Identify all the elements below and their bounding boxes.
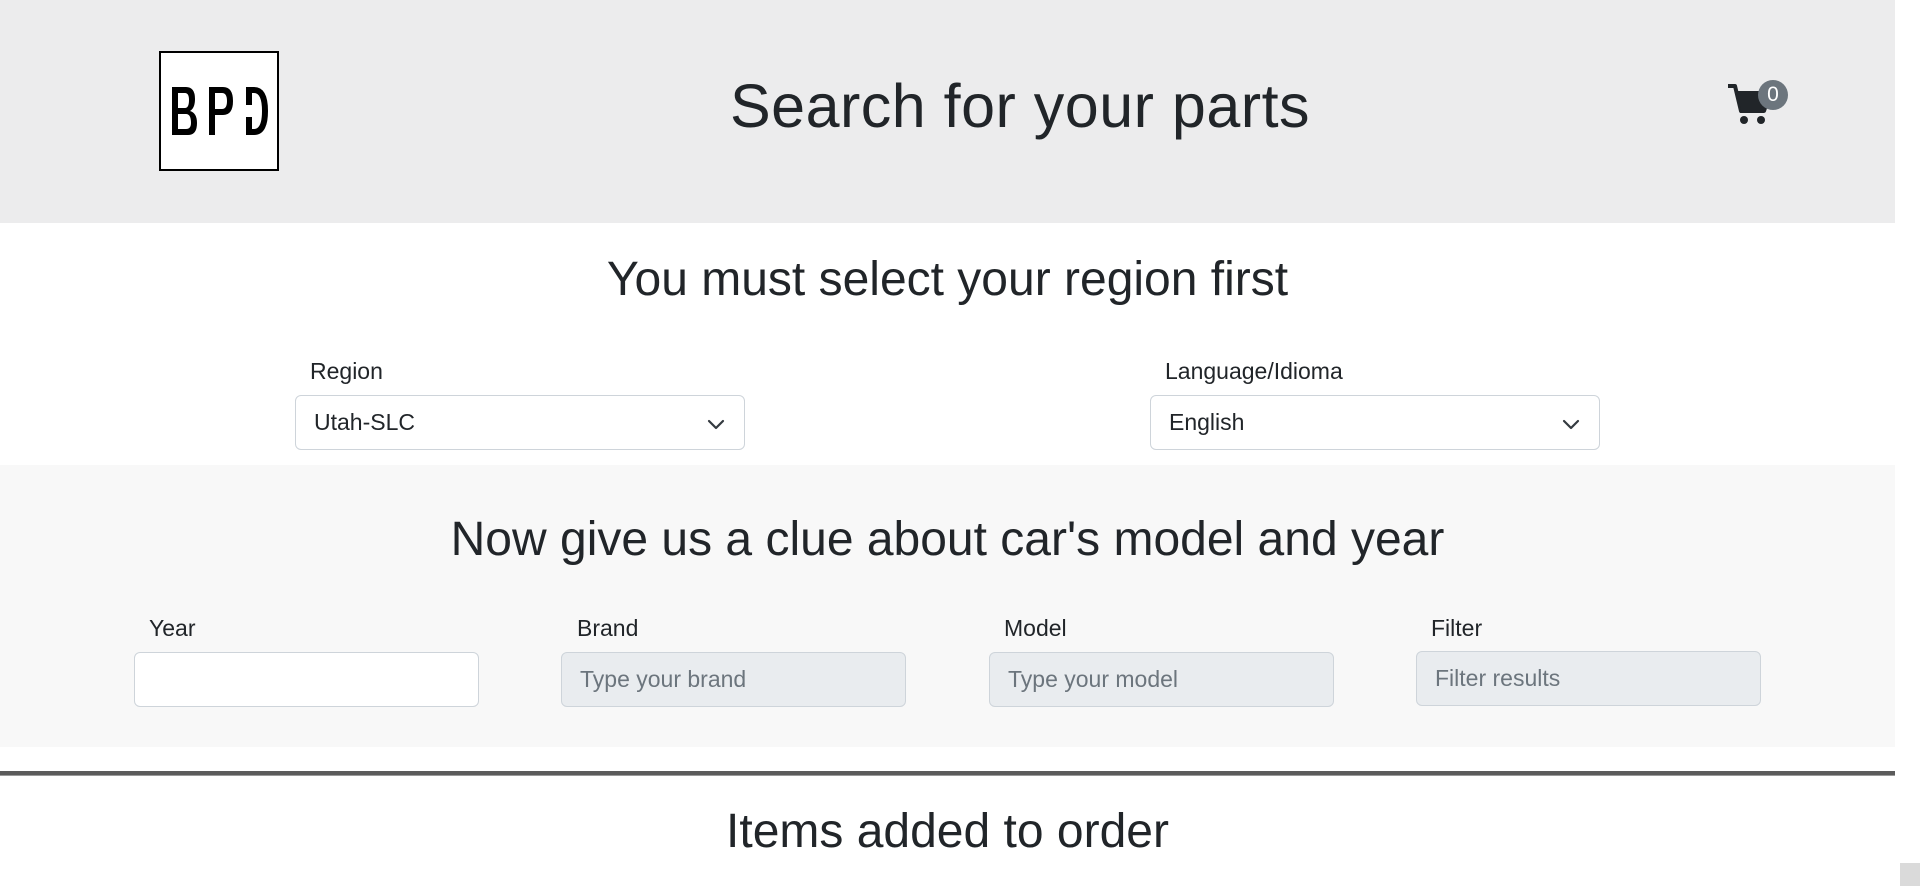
main-content: Search for your parts 0 You must select … — [0, 0, 1895, 886]
region-selected-value: Utah-SLC — [314, 409, 415, 435]
region-label: Region — [310, 358, 383, 384]
model-label: Model — [1004, 615, 1067, 641]
year-input[interactable] — [134, 652, 479, 707]
order-items-title: Items added to order — [726, 805, 1169, 858]
car-section-title: Now give us a clue about car's model and… — [450, 513, 1445, 566]
language-label: Language/Idioma — [1165, 358, 1343, 384]
region-select[interactable]: Utah-SLC — [295, 395, 745, 450]
model-input[interactable] — [989, 652, 1334, 707]
page: Search for your parts 0 You must select … — [0, 0, 1920, 886]
cart-count-badge: 0 — [1758, 80, 1788, 110]
region-section-title: You must select your region first — [606, 253, 1289, 306]
filter-input[interactable] — [1416, 651, 1761, 706]
page-title: Search for your parts — [729, 72, 1311, 140]
vertical-scrollbar[interactable] — [1895, 0, 1920, 886]
brand-label: Brand — [577, 615, 639, 641]
language-selected-value: English — [1169, 409, 1245, 435]
year-label: Year — [149, 615, 196, 641]
scrollbar-thumb[interactable] — [1900, 863, 1920, 886]
language-select[interactable]: English — [1150, 395, 1600, 450]
header: Search for your parts 0 — [0, 0, 1895, 223]
chevron-down-icon — [707, 419, 725, 430]
filter-label: Filter — [1431, 615, 1483, 641]
brand-input[interactable] — [561, 652, 906, 707]
chevron-down-icon — [1562, 419, 1580, 430]
section-divider — [0, 771, 1895, 776]
